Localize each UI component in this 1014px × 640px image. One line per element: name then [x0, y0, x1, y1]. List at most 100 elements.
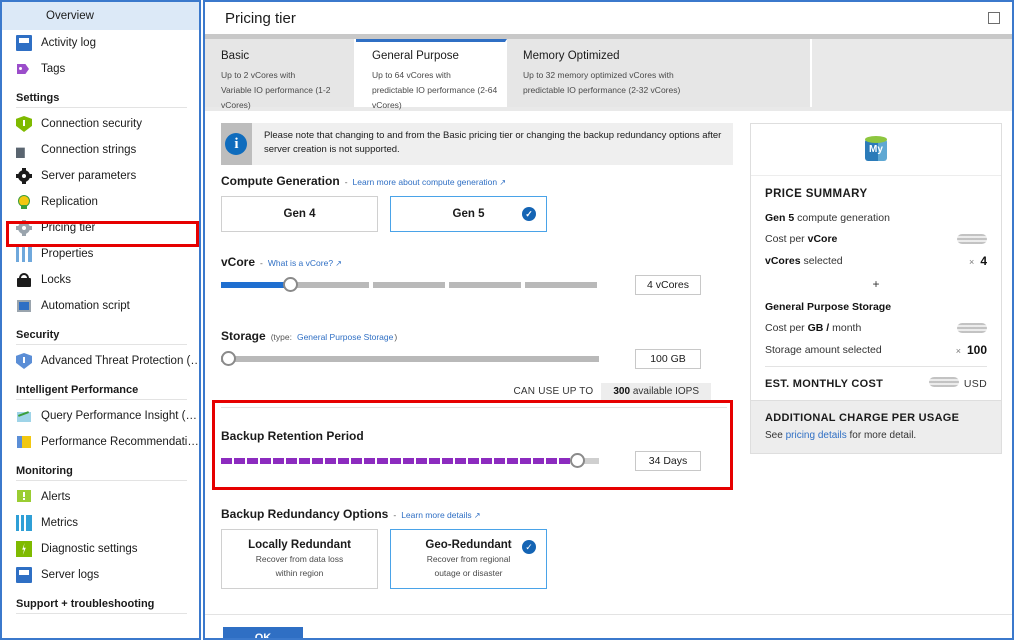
row-label-bold: vCore	[807, 233, 838, 245]
price-cost-per-vcore-row: Cost per vCore	[765, 233, 987, 245]
storage-value[interactable]: 100 GB	[635, 349, 701, 369]
compute-generation-section: Compute Generation - Learn more about co…	[221, 174, 547, 232]
backup-redundancy-link[interactable]: Learn more details ↗	[401, 510, 480, 520]
storage-type-suffix: )	[394, 332, 398, 342]
sidebar-item-connection-security[interactable]: Connection security	[2, 111, 199, 137]
sidebar-item-advanced-threat-protection[interactable]: Advanced Threat Protection (…	[2, 348, 199, 374]
alert-icon	[16, 489, 32, 505]
price-storage-heading: General Purpose Storage	[765, 301, 987, 313]
external-link-icon: ↗	[471, 511, 481, 520]
vcore-value[interactable]: 4 vCores	[635, 275, 701, 295]
currency-label: USD	[963, 378, 987, 390]
tab-memory-optimized[interactable]: Memory Optimized Up to 32 memory optimiz…	[507, 39, 812, 107]
sidebar-item-metrics[interactable]: Metrics	[2, 510, 199, 536]
locally-redundant-option[interactable]: Locally Redundant Recover from data loss…	[221, 529, 378, 589]
sidebar-item-server-parameters[interactable]: Server parameters	[2, 163, 199, 189]
tab-basic[interactable]: Basic Up to 2 vCores with Variable IO pe…	[205, 39, 356, 110]
performance-recommendation-icon	[16, 434, 32, 450]
divider	[16, 480, 187, 481]
sidebar-item-server-logs[interactable]: Server logs	[2, 562, 199, 588]
sidebar-item-overview[interactable]: Overview	[2, 2, 199, 30]
backup-retention-section: Backup Retention Period 34 Days	[221, 429, 721, 471]
sidebar-item-properties[interactable]: Properties	[2, 241, 199, 267]
storage-slider[interactable]	[221, 351, 599, 366]
sidebar-item-pricing-tier[interactable]: Pricing tier	[2, 215, 199, 241]
globe-icon	[16, 194, 32, 210]
est-monthly-cost-label: EST. MONTHLY COST	[765, 377, 884, 390]
storage-heading-label: General Purpose Storage	[765, 301, 892, 313]
metrics-icon	[16, 515, 32, 531]
sidebar-item-label: Connection strings	[41, 144, 137, 156]
option-label: Gen 5	[452, 208, 485, 220]
vcore-label: vCore	[221, 255, 256, 269]
divider	[765, 366, 987, 367]
price-vcores-selected-row: vCores selected × 4	[765, 254, 987, 268]
storage-type-prefix: (type:	[270, 332, 292, 342]
redacted-value	[928, 377, 959, 387]
backup-retention-value[interactable]: 34 Days	[635, 451, 701, 471]
blade-header: Pricing tier	[205, 2, 1012, 34]
sidebar-item-query-performance-insight[interactable]: Query Performance Insight (…	[2, 403, 199, 429]
tab-label: Memory Optimized	[523, 50, 620, 62]
sidebar-item-activity-log[interactable]: Activity log	[2, 30, 199, 56]
row-label-tail: month	[832, 322, 862, 334]
footer-divider	[205, 614, 1012, 615]
vcore-link[interactable]: What is a vCore? ↗	[268, 258, 342, 268]
compute-gen5-option[interactable]: Gen 5 ✓	[390, 196, 547, 232]
separator: -	[344, 177, 348, 187]
book-icon	[16, 567, 32, 583]
sidebar-item-connection-strings[interactable]: Connection strings	[2, 137, 199, 163]
geo-redundant-option[interactable]: Geo-Redundant Recover from regional outa…	[390, 529, 547, 589]
sidebar-item-diagnostic-settings[interactable]: Diagnostic settings	[2, 536, 199, 562]
backup-redundancy-section: Backup Redundancy Options - Learn more d…	[221, 507, 547, 589]
pricing-tier-blade: Pricing tier Basic Up to 2 vCores with V…	[203, 0, 1014, 640]
pricing-details-link[interactable]: pricing details	[786, 430, 847, 441]
price-storage-amount-row: Storage amount selected × 100	[765, 343, 987, 357]
text-pre: See	[765, 430, 786, 441]
multiply-icon: ×	[955, 346, 961, 356]
storage-type-link[interactable]: General Purpose Storage	[297, 332, 393, 342]
sidebar-item-label: Diagnostic settings	[41, 543, 138, 555]
sidebar-item-label: Pricing tier	[41, 222, 96, 234]
compute-gen-value: Gen 5	[765, 212, 795, 224]
restore-icon[interactable]	[988, 12, 1000, 24]
sidebar-item-label: Replication	[41, 196, 98, 208]
option-line1: Recover from regional	[426, 553, 511, 564]
book-icon	[16, 35, 32, 51]
sidebar-item-performance-recommendations[interactable]: Performance Recommendati…	[2, 429, 199, 455]
sidebar-item-alerts[interactable]: Alerts	[2, 484, 199, 510]
backup-retention-slider-thumb[interactable]	[570, 453, 585, 468]
sidebar-item-automation-script[interactable]: Automation script	[2, 293, 199, 319]
vcores-count: 4	[980, 254, 987, 268]
info-icon-wrap: i	[221, 123, 252, 165]
compute-gen4-option[interactable]: Gen 4	[221, 196, 378, 232]
mysql-icon: My	[863, 135, 889, 164]
info-banner-text: Please note that changing to and from th…	[263, 130, 722, 155]
external-link-icon: ↗	[497, 178, 507, 187]
tab-sub-line1: Up to 2 vCores with	[221, 70, 296, 80]
sidebar-item-tags[interactable]: Tags	[2, 56, 199, 82]
backup-retention-slider[interactable]	[221, 453, 599, 468]
slider-fill	[221, 282, 287, 288]
info-banner: i Please note that changing to and from …	[221, 123, 733, 165]
compute-generation-label: Compute Generation	[221, 174, 340, 188]
slider-track-bg	[221, 356, 599, 362]
tab-sub-line2: predictable IO performance (2-32 vCores)	[523, 84, 681, 95]
sidebar-item-replication[interactable]: Replication	[2, 189, 199, 215]
vcore-slider-thumb[interactable]	[283, 277, 298, 292]
shield-green-icon	[16, 116, 32, 132]
vcore-slider[interactable]	[221, 277, 599, 292]
tab-general-purpose[interactable]: General Purpose Up to 64 vCores with pre…	[356, 39, 507, 110]
sidebar-item-locks[interactable]: Locks	[2, 267, 199, 293]
storage-slider-thumb[interactable]	[221, 351, 236, 366]
sidebar-group-intelligent-performance: Intelligent Performance	[16, 384, 139, 396]
compute-gen-text: compute generation	[797, 212, 890, 224]
tab-label: General Purpose	[372, 50, 459, 62]
price-summary-body: PRICE SUMMARY Gen 5 compute generation C…	[751, 176, 1001, 400]
blade-content: i Please note that changing to and from …	[205, 111, 1012, 638]
sidebar-item-label: Automation script	[41, 300, 130, 312]
ok-button[interactable]: OK	[223, 627, 303, 638]
compute-generation-link[interactable]: Learn more about compute generation ↗	[353, 177, 507, 187]
sidebar-group-monitoring: Monitoring	[16, 465, 73, 477]
option-title: Locally Redundant	[248, 538, 351, 551]
